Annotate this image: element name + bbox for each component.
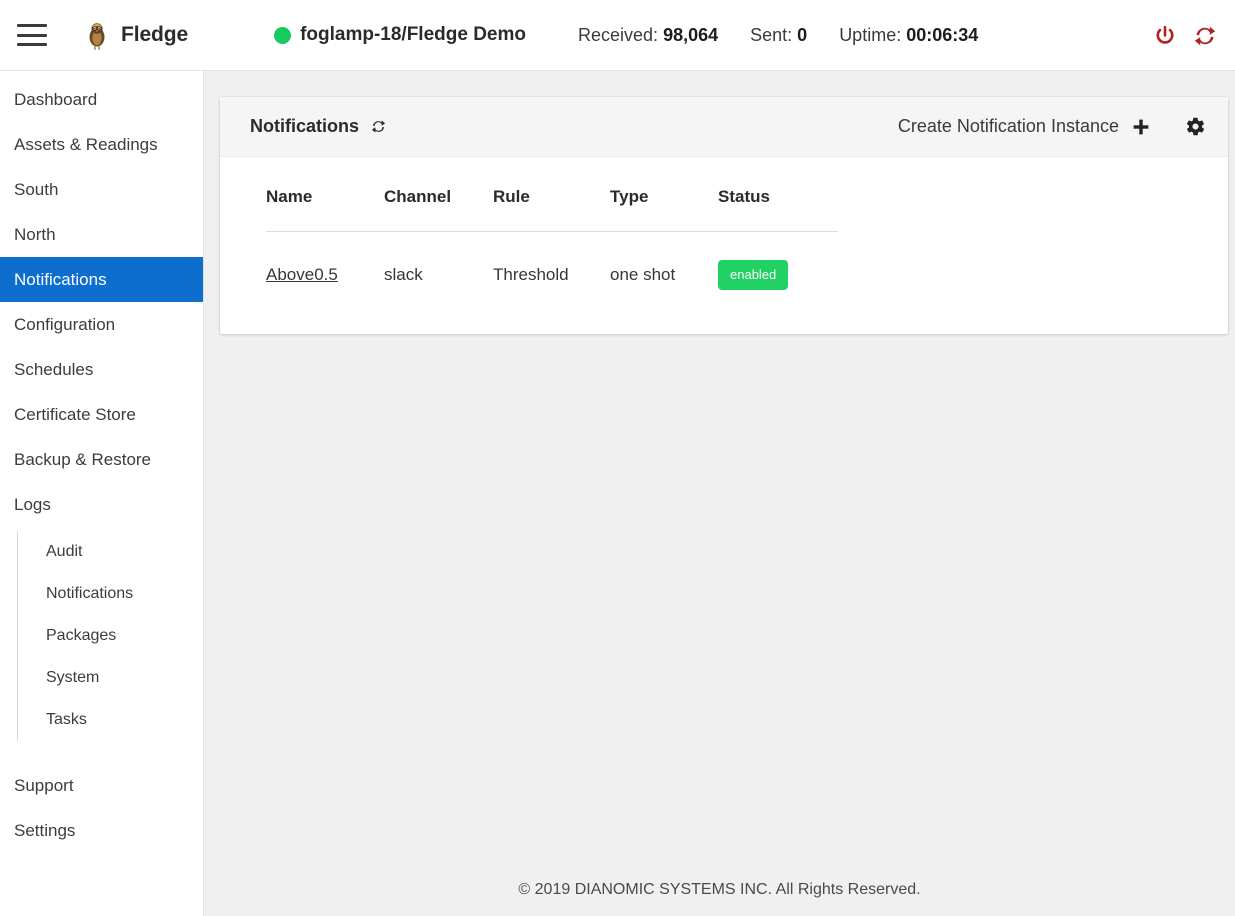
sidebar-item-assets-readings[interactable]: Assets & Readings xyxy=(0,122,203,167)
power-icon[interactable] xyxy=(1145,16,1185,56)
brand[interactable]: Fledge xyxy=(86,19,188,51)
hamburger-line xyxy=(17,34,47,37)
instance-name: foglamp-18/Fledge Demo xyxy=(300,24,526,46)
notifications-table: Name Channel Rule Type Status Above0.5 xyxy=(266,187,838,290)
instance-indicator[interactable]: foglamp-18/Fledge Demo xyxy=(274,24,526,46)
column-header-channel: Channel xyxy=(384,187,493,232)
table-header-row: Name Channel Rule Type Status xyxy=(266,187,838,232)
stat-uptime: Uptime: 00:06:34 xyxy=(839,25,978,46)
cell-channel: slack xyxy=(384,232,493,291)
sidebar-logs-submenu: Audit Notifications Packages System Task… xyxy=(17,531,203,741)
refresh-sync-icon[interactable] xyxy=(1185,16,1225,56)
notifications-card: Notifications Create Notification Instan… xyxy=(220,97,1228,334)
stat-uptime-label: Uptime: xyxy=(839,25,901,45)
sidebar-subitem-system[interactable]: System xyxy=(18,657,203,699)
sidebar-item-dashboard[interactable]: Dashboard xyxy=(0,77,203,122)
sidebar-item-support[interactable]: Support xyxy=(0,763,203,808)
main-content: Notifications Create Notification Instan… xyxy=(204,71,1235,916)
stat-received-value: 98,064 xyxy=(663,25,718,45)
refresh-sync-icon[interactable] xyxy=(370,118,387,135)
topbar-actions xyxy=(1145,0,1225,71)
sidebar-subitem-packages[interactable]: Packages xyxy=(18,615,203,657)
stat-received: Received: 98,064 xyxy=(578,25,718,46)
sidebar-subitem-tasks[interactable]: Tasks xyxy=(18,699,203,741)
sidebar-item-south[interactable]: South xyxy=(0,167,203,212)
sidebar-item-schedules[interactable]: Schedules xyxy=(0,347,203,392)
column-header-type: Type xyxy=(610,187,718,232)
cell-name: Above0.5 xyxy=(266,232,384,291)
sidebar-subitem-audit[interactable]: Audit xyxy=(18,531,203,573)
gear-icon[interactable] xyxy=(1185,116,1206,137)
page-title: Notifications xyxy=(250,116,359,137)
cell-status: enabled xyxy=(718,232,838,291)
sidebar-item-backup-restore[interactable]: Backup & Restore xyxy=(0,437,203,482)
sidebar-item-settings[interactable]: Settings xyxy=(0,808,203,853)
brand-name: Fledge xyxy=(121,23,188,47)
sidebar-subitem-notifications[interactable]: Notifications xyxy=(18,573,203,615)
stat-sent-value: 0 xyxy=(797,25,807,45)
table-row: Above0.5 slack Threshold one shot enable… xyxy=(266,232,838,291)
stat-sent-label: Sent: xyxy=(750,25,792,45)
card-header-actions: Create Notification Instance xyxy=(898,116,1206,137)
footer: © 2019 DIANOMIC SYSTEMS INC. All Rights … xyxy=(204,864,1235,916)
cell-type: one shot xyxy=(610,232,718,291)
footer-copyright: © 2019 DIANOMIC SYSTEMS INC. All Rights … xyxy=(518,881,920,899)
create-notification-instance-label: Create Notification Instance xyxy=(898,116,1119,137)
hamburger-icon[interactable] xyxy=(17,24,47,46)
column-header-status: Status xyxy=(718,187,838,232)
hamburger-line xyxy=(17,43,47,46)
sidebar-item-notifications[interactable]: Notifications xyxy=(0,257,203,302)
top-navbar: Fledge foglamp-18/Fledge Demo Received: … xyxy=(0,0,1235,71)
stat-sent: Sent: 0 xyxy=(750,25,807,46)
stat-uptime-value: 00:06:34 xyxy=(906,25,978,45)
stat-received-label: Received: xyxy=(578,25,658,45)
sidebar-item-logs[interactable]: Logs xyxy=(0,482,203,527)
green-status-dot-icon xyxy=(274,27,291,44)
topbar-stats: Received: 98,064 Sent: 0 Uptime: 00:06:3… xyxy=(578,25,978,46)
sidebar-item-north[interactable]: North xyxy=(0,212,203,257)
table-body: Above0.5 slack Threshold one shot enable… xyxy=(266,232,838,291)
notifications-card-body: Name Channel Rule Type Status Above0.5 xyxy=(220,157,1228,334)
notification-name-link[interactable]: Above0.5 xyxy=(266,265,338,284)
sidebar-item-configuration[interactable]: Configuration xyxy=(0,302,203,347)
sidebar: Dashboard Assets & Readings South North … xyxy=(0,71,204,916)
sidebar-spacer xyxy=(0,747,203,763)
column-header-rule: Rule xyxy=(493,187,610,232)
sidebar-item-certificate-store[interactable]: Certificate Store xyxy=(0,392,203,437)
cell-rule: Threshold xyxy=(493,232,610,291)
plus-icon xyxy=(1131,117,1151,137)
fledge-bird-logo-icon xyxy=(86,19,108,51)
column-header-name: Name xyxy=(266,187,384,232)
app-root: Fledge foglamp-18/Fledge Demo Received: … xyxy=(0,0,1235,916)
notifications-card-header: Notifications Create Notification Instan… xyxy=(220,97,1228,157)
create-notification-instance-button[interactable]: Create Notification Instance xyxy=(898,116,1151,137)
status-badge: enabled xyxy=(718,260,788,290)
hamburger-line xyxy=(17,24,47,27)
table-head: Name Channel Rule Type Status xyxy=(266,187,838,232)
